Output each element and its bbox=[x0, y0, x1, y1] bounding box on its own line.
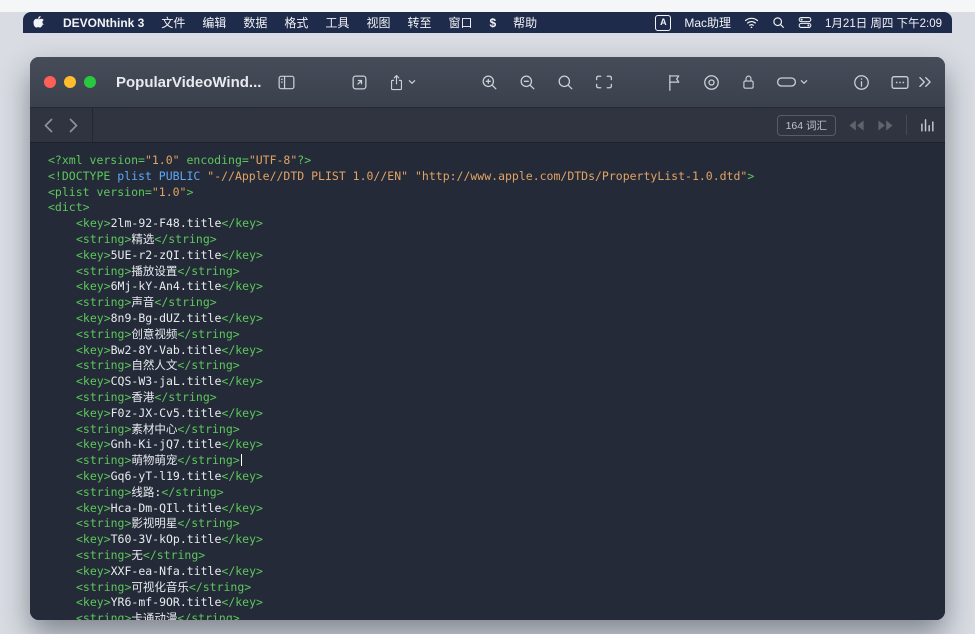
zoom-reset-icon[interactable] bbox=[556, 73, 575, 92]
share-control[interactable] bbox=[388, 73, 416, 92]
sidebar-toggle-icon[interactable] bbox=[277, 74, 296, 91]
zoom-out-icon[interactable] bbox=[518, 73, 537, 92]
app-menu[interactable]: DEVONthink 3 bbox=[63, 16, 144, 30]
menu-item-3[interactable]: 数据 bbox=[243, 14, 267, 31]
zoom-window-button[interactable] bbox=[84, 76, 96, 88]
fit-selection-icon[interactable] bbox=[594, 73, 614, 91]
code-line: <key>8n9-Bg-dUZ.title</key> bbox=[48, 311, 945, 327]
devonthink-window: PopularVideoWind... bbox=[30, 57, 945, 620]
code-line: <string>素材中心</string> bbox=[48, 422, 945, 438]
code-line: <string>自然人文</string> bbox=[48, 358, 945, 374]
code-line: <!DOCTYPE plist PUBLIC "-//Apple//DTD PL… bbox=[48, 169, 945, 185]
control-center-icon[interactable] bbox=[798, 16, 812, 29]
code-line: <string>声音</string> bbox=[48, 295, 945, 311]
menu-item-7[interactable]: 转至 bbox=[407, 14, 431, 31]
menu-items: 文件编辑数据格式工具视图转至窗口 bbox=[161, 14, 472, 31]
flag-icon[interactable] bbox=[666, 73, 683, 92]
back-button[interactable] bbox=[44, 118, 53, 133]
menu-item-2[interactable]: 编辑 bbox=[202, 14, 226, 31]
code-line: <key>YR6-mf-9OR.title</key> bbox=[48, 595, 945, 611]
code-line: <key>2lm-92-F48.title</key> bbox=[48, 216, 945, 232]
menu-item-6[interactable]: 视图 bbox=[366, 14, 390, 31]
navbar-separator bbox=[906, 115, 907, 135]
code-line: <dict> bbox=[48, 200, 945, 216]
code-line: <key>CQS-W3-jaL.title</key> bbox=[48, 374, 945, 390]
minimize-window-button[interactable] bbox=[64, 76, 76, 88]
wifi-icon[interactable] bbox=[744, 17, 759, 29]
word-count-badge: 164 词汇 bbox=[777, 115, 836, 136]
menu-item-1[interactable]: 文件 bbox=[161, 14, 185, 31]
code-line: <string>影视明星</string> bbox=[48, 516, 945, 532]
code-line: <key>Gnh-Ki-jQ7.title</key> bbox=[48, 437, 945, 453]
close-window-button[interactable] bbox=[44, 76, 56, 88]
code-line: <string>线路:</string> bbox=[48, 485, 945, 501]
menubar-clock[interactable]: 1月21日 周四 下午2:09 bbox=[825, 15, 942, 31]
toolbar-group-open-share bbox=[350, 57, 416, 107]
code-line: <string>创意视频</string> bbox=[48, 327, 945, 343]
target-icon[interactable] bbox=[702, 73, 721, 92]
navbar-divider bbox=[92, 108, 93, 142]
apple-menu-icon[interactable] bbox=[33, 15, 46, 30]
skip-back-icon[interactable] bbox=[848, 119, 865, 132]
code-line: <?xml version="1.0" encoding="UTF-8"?> bbox=[48, 153, 945, 169]
chevron-down-icon bbox=[408, 79, 416, 85]
skip-forward-icon[interactable] bbox=[877, 119, 894, 132]
input-source-icon[interactable]: A bbox=[655, 15, 671, 31]
annotation-icon[interactable] bbox=[890, 74, 910, 91]
search-icon[interactable] bbox=[772, 16, 785, 29]
window-titlebar: PopularVideoWind... bbox=[30, 57, 945, 108]
code-line: <plist version="1.0"> bbox=[48, 185, 945, 201]
text-caret bbox=[241, 454, 243, 466]
script-menu-icon[interactable]: $ bbox=[489, 16, 496, 30]
toolbar-group-zoom bbox=[480, 57, 614, 107]
code-line: <key>Gq6-yT-l19.title</key> bbox=[48, 469, 945, 485]
navigation-bar: 164 词汇 bbox=[30, 108, 945, 143]
window-title: PopularVideoWind... bbox=[116, 74, 261, 91]
code-line: <key>T60-3V-kOp.title</key> bbox=[48, 532, 945, 548]
menu-bar: DEVONthink 3 文件编辑数据格式工具视图转至窗口 $ 帮助 A Mac… bbox=[23, 12, 952, 33]
menu-item-5[interactable]: 工具 bbox=[325, 14, 349, 31]
code-editor[interactable]: <?xml version="1.0" encoding="UTF-8"?><!… bbox=[30, 143, 945, 620]
code-line: <key>F0z-JX-Cv5.title</key> bbox=[48, 406, 945, 422]
code-line: <string>可视化音乐</string> bbox=[48, 580, 945, 596]
concordance-bars-icon[interactable] bbox=[919, 117, 935, 133]
menu-item-8[interactable]: 窗口 bbox=[448, 14, 472, 31]
assistant-menu-label[interactable]: Mac助理 bbox=[684, 14, 731, 31]
code-line: <string>萌物萌宠</string> bbox=[48, 453, 945, 469]
capsule-icon[interactable] bbox=[776, 76, 797, 88]
code-line: <key>6Mj-kY-An4.title</key> bbox=[48, 279, 945, 295]
code-line: <string>香港</string> bbox=[48, 390, 945, 406]
lock-icon[interactable] bbox=[740, 73, 757, 92]
toolbar-overflow-icon[interactable] bbox=[917, 57, 933, 107]
info-icon[interactable] bbox=[852, 73, 871, 92]
share-icon[interactable] bbox=[388, 73, 405, 92]
toolbar-group-mark bbox=[666, 57, 808, 107]
toolbar-group-info bbox=[852, 57, 910, 107]
code-line: <key>XXF-ea-Nfa.title</key> bbox=[48, 564, 945, 580]
code-line: <key>Hca-Dm-QIl.title</key> bbox=[48, 501, 945, 517]
code-line: <key>5UE-r2-zQI.title</key> bbox=[48, 248, 945, 264]
forward-button[interactable] bbox=[69, 118, 78, 133]
menu-item-help[interactable]: 帮助 bbox=[513, 14, 537, 31]
open-external-icon[interactable] bbox=[350, 73, 369, 92]
code-line: <string>卡通动漫</string> bbox=[48, 611, 945, 620]
screen-top-strip bbox=[0, 0, 975, 12]
code-line: <string>播放设置</string> bbox=[48, 264, 945, 280]
code-line: <key>Bw2-8Y-Vab.title</key> bbox=[48, 343, 945, 359]
capsule-control[interactable] bbox=[776, 76, 808, 88]
menu-item-4[interactable]: 格式 bbox=[284, 14, 308, 31]
zoom-in-icon[interactable] bbox=[480, 73, 499, 92]
code-line: <string>无</string> bbox=[48, 548, 945, 564]
code-line: <string>精选</string> bbox=[48, 232, 945, 248]
chevron-down-icon bbox=[800, 79, 808, 85]
